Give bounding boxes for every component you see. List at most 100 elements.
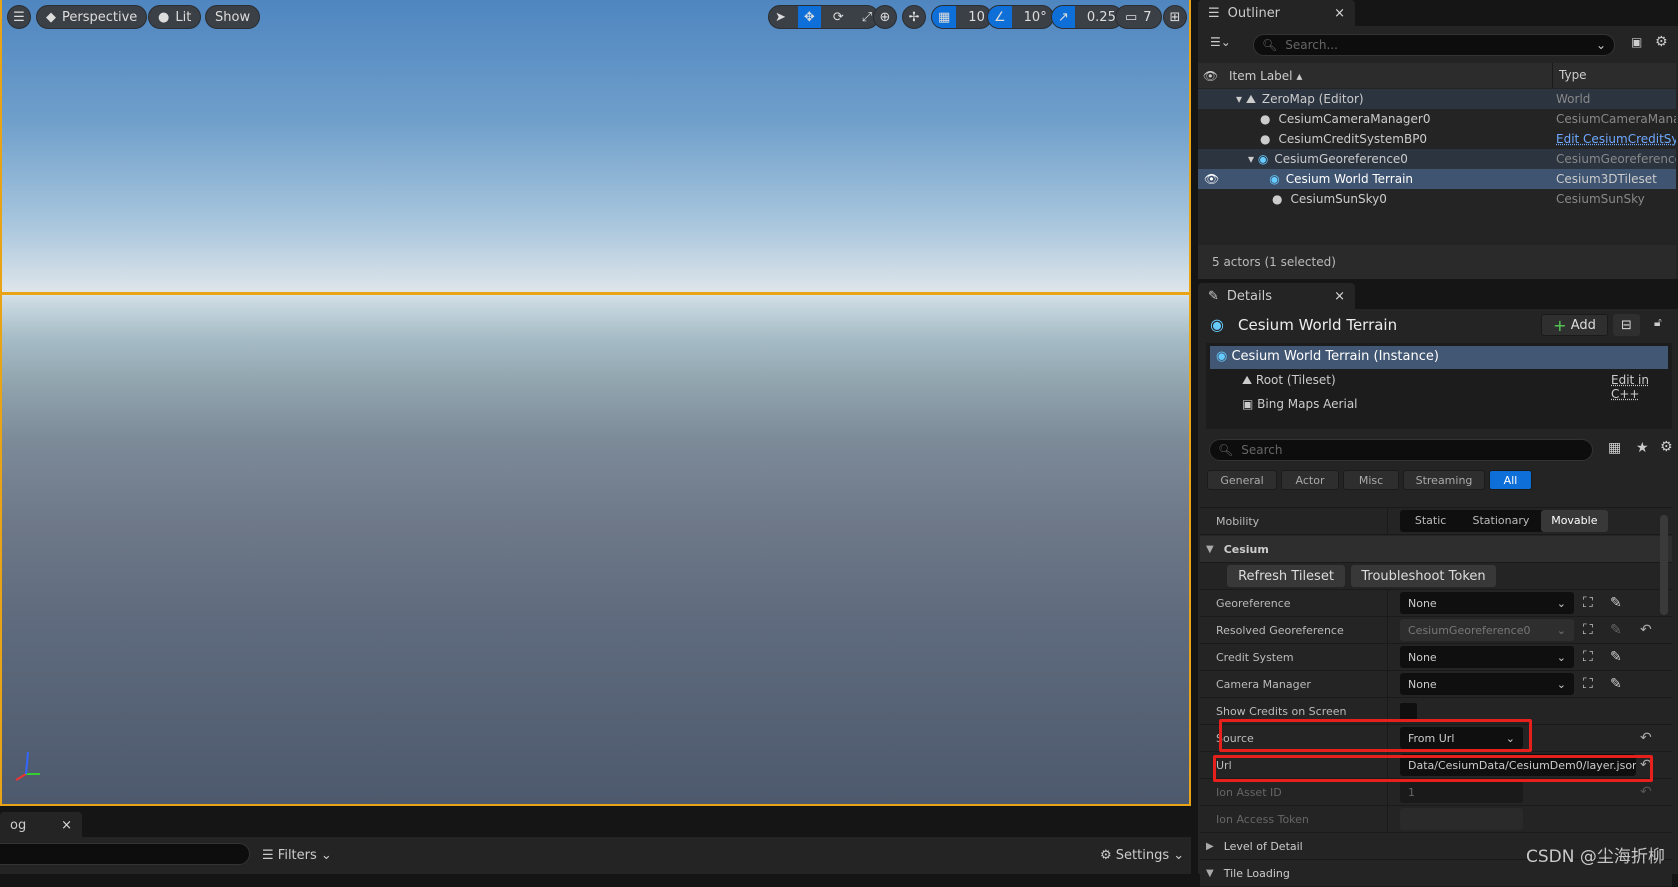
details-title: Cesium World Terrain — [1238, 316, 1398, 334]
add-component-button[interactable]: + Add — [1541, 314, 1608, 336]
chevron-down-icon: ⌄ — [1556, 596, 1566, 610]
add-folder-icon[interactable]: ▣ — [1631, 35, 1642, 49]
list-item[interactable]: ● CesiumSunSky0 CesiumSunSky — [1198, 189, 1676, 209]
grid-snap[interactable]: ▦ 10 — [931, 5, 992, 29]
scale-snap-icon[interactable]: ↗ — [1052, 6, 1075, 28]
layout-button[interactable]: ⊞ — [1163, 5, 1187, 29]
close-icon[interactable]: × — [1334, 289, 1345, 304]
browse-icon[interactable]: ⛶ — [1583, 622, 1593, 638]
eye-icon[interactable]: 👁︎ — [1198, 69, 1223, 83]
row-label: CesiumSunSky0 — [1290, 192, 1387, 206]
close-icon[interactable]: × — [61, 818, 72, 833]
component-bing[interactable]: ▣ Bing Maps Aerial — [1242, 397, 1358, 411]
camera-dropdown[interactable]: None ⌄ — [1400, 673, 1574, 695]
filter-streaming[interactable]: Streaming — [1403, 470, 1485, 490]
highlight-box-url — [1213, 755, 1653, 782]
list-item[interactable]: ▾ ⛰ ZeroMap (Editor) World — [1198, 89, 1676, 109]
tab-log[interactable]: og × — [0, 812, 82, 838]
settings-button[interactable]: ⚙ Settings ⌄ — [1100, 848, 1184, 863]
close-icon[interactable]: × — [1334, 6, 1345, 21]
outliner-status: 5 actors (1 selected) — [1198, 245, 1676, 279]
row-type: World — [1556, 92, 1591, 106]
troubleshoot-token-button[interactable]: Troubleshoot Token — [1351, 565, 1496, 587]
outliner-search-input[interactable]: 🔍︎ Search... ⌄ — [1253, 34, 1615, 56]
eyedropper-icon[interactable]: ✎ — [1610, 595, 1622, 611]
gear-icon[interactable]: ⚙ — [1655, 34, 1668, 50]
browse-icon[interactable]: ⛶ — [1583, 595, 1593, 611]
surface-snap-button[interactable]: ✢ — [902, 5, 926, 29]
world-icon: ▾ ⛰ — [1236, 91, 1256, 106]
edit-in-cpp-link[interactable]: Edit in C++ — [1611, 373, 1672, 401]
filter-actor[interactable]: Actor — [1281, 470, 1339, 490]
type-header[interactable]: Type — [1552, 63, 1587, 88]
browse-icon[interactable]: ⛶ — [1583, 649, 1593, 665]
level-viewport[interactable]: ☰ ◆ Perspective ● Lit Show ➤ ✥ ⟳ ⤢ ⊕ ✢ ▦ 10… — [0, 0, 1191, 806]
tab-details[interactable]: ✎ Details × — [1198, 283, 1355, 309]
search-icon: 🔍︎ — [1262, 38, 1278, 52]
show-button[interactable]: Show — [205, 5, 261, 29]
angle-snap-value[interactable]: 10° — [1018, 6, 1053, 28]
outliner-panel: ☰⌄ 🔍︎ Search... ⌄ ▣ ⚙ 👁︎ Item Label ▴ Type… — [1198, 26, 1678, 279]
angle-icon[interactable]: ∠ — [988, 6, 1012, 28]
mobility-stationary[interactable]: Stationary — [1461, 510, 1541, 532]
filter-icon[interactable]: ☰⌄ — [1210, 35, 1231, 49]
scale-snap[interactable]: ↗ 0.25 — [1051, 5, 1123, 29]
mobility-movable[interactable]: Movable — [1540, 510, 1608, 532]
lit-button[interactable]: ● Lit — [148, 5, 202, 29]
list-item-selected[interactable]: 👁︎ ◉ Cesium World Terrain Cesium3DTileset — [1198, 169, 1676, 189]
chevron-down-icon[interactable]: ⌄ — [1596, 38, 1606, 52]
component-instance[interactable]: ◉ Cesium World Terrain (Instance) — [1210, 346, 1668, 369]
show-credits-checkbox[interactable] — [1400, 703, 1417, 720]
credit-dropdown[interactable]: None ⌄ — [1400, 646, 1574, 668]
details-scrollbar[interactable] — [1660, 515, 1668, 615]
world-local-button[interactable]: ⊕ — [873, 5, 897, 29]
edit-blueprint-link[interactable]: Edit CesiumCreditSystem — [1556, 132, 1676, 146]
tile-loading-label: Tile Loading — [1223, 866, 1290, 880]
show-credits-label: Show Credits on Screen — [1216, 704, 1347, 718]
tab-outliner[interactable]: ☰ Outliner × — [1198, 0, 1355, 26]
ion-asset-value: 1 — [1408, 785, 1415, 799]
perspective-button[interactable]: ◆ Perspective — [36, 5, 148, 29]
filter-all[interactable]: All — [1489, 470, 1532, 490]
eyedropper-icon[interactable]: ✎ — [1610, 649, 1622, 665]
row-type: CesiumCameraManager — [1556, 112, 1676, 126]
filter-general[interactable]: General — [1207, 470, 1277, 490]
eyedropper-icon[interactable]: ✎ — [1610, 676, 1622, 692]
rotate-icon[interactable]: ⟳ — [827, 6, 850, 28]
item-label-header[interactable]: Item Label ▴ — [1229, 69, 1302, 83]
log-search-input[interactable] — [0, 843, 250, 865]
filters-button[interactable]: ☰ Filters ⌄ — [262, 848, 332, 863]
blueprint-button[interactable]: ⊟ — [1613, 314, 1640, 336]
grid-icon[interactable]: ▦ — [932, 6, 957, 28]
section-cesium[interactable]: ▼ Cesium — [1200, 536, 1672, 563]
details-search-input[interactable]: 🔍︎ Search — [1209, 439, 1593, 461]
select-icon[interactable]: ➤ — [769, 6, 792, 28]
reset-icon[interactable]: ↶ — [1640, 622, 1652, 638]
component-root[interactable]: ⛰ Root (Tileset) — [1242, 373, 1336, 388]
table-view-icon[interactable]: ▦ — [1608, 440, 1621, 456]
ion-asset-label: Ion Asset ID — [1216, 785, 1282, 799]
list-item[interactable]: ▾ ◉ CesiumGeoreference0 CesiumGeoreference — [1198, 149, 1676, 169]
gear-icon[interactable]: ⚙ — [1660, 439, 1673, 455]
browse-icon[interactable]: ⛶ — [1583, 676, 1593, 692]
lit-label: Lit — [175, 9, 192, 25]
instance-label: Cesium World Terrain (Instance) — [1231, 349, 1439, 364]
reset-icon[interactable]: ↶ — [1640, 730, 1652, 746]
angle-snap[interactable]: ∠ 10° — [987, 5, 1054, 29]
viewport-menu-button[interactable]: ☰ — [7, 5, 31, 29]
camera-speed-button[interactable]: ▭ 7 — [1115, 5, 1162, 29]
tileset-icon: ◉ — [1216, 349, 1228, 364]
unlock-icon[interactable]: 🔓︎ — [1654, 315, 1662, 330]
list-item[interactable]: ● CesiumCreditSystemBP0 Edit CesiumCreditS… — [1198, 129, 1676, 149]
property-credit-system: Credit System None ⌄ ⛶ ✎ — [1200, 644, 1672, 671]
mobility-static[interactable]: Static — [1400, 510, 1461, 532]
item-label-text: Item Label — [1229, 68, 1293, 83]
star-icon[interactable]: ★ — [1636, 440, 1649, 456]
georeference-dropdown[interactable]: None ⌄ — [1400, 592, 1574, 614]
translate-icon[interactable]: ✥ — [797, 6, 821, 28]
refresh-tileset-button[interactable]: Refresh Tileset — [1227, 565, 1345, 587]
property-ion-access-token: Ion Access Token — [1200, 806, 1672, 833]
eye-icon[interactable]: 👁︎ — [1204, 172, 1219, 186]
filter-misc[interactable]: Misc — [1343, 470, 1399, 490]
list-item[interactable]: ● CesiumCameraManager0 CesiumCameraManager — [1198, 109, 1676, 129]
